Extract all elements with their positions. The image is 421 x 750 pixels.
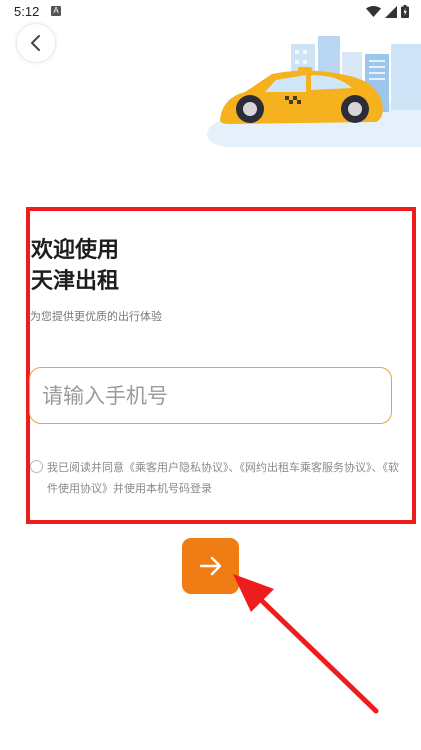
chevron-left-icon bbox=[31, 35, 40, 51]
phone-input[interactable] bbox=[29, 367, 392, 424]
agreement-separator: 、 bbox=[228, 461, 240, 474]
wifi-icon bbox=[366, 5, 381, 17]
privacy-policy-link[interactable]: 《乘客用户隐私协议》 bbox=[124, 461, 229, 474]
subtitle: 为您提供更优质的出行体验 bbox=[30, 310, 162, 323]
back-button[interactable] bbox=[17, 24, 55, 62]
service-agreement-link[interactable]: 《网约出租车乘客服务协议》 bbox=[240, 461, 372, 474]
agreement-separator-2: 、 bbox=[371, 461, 383, 474]
notification-icon: A bbox=[51, 6, 61, 16]
signal-icon bbox=[385, 5, 397, 18]
welcome-line-1: 欢迎使用 bbox=[31, 238, 120, 263]
taxi-illustration bbox=[207, 36, 421, 147]
status-icons bbox=[366, 5, 409, 18]
agreement-suffix: 并使用本机号码登录 bbox=[113, 482, 212, 495]
agreement-text: 我已阅读并同意《乘客用户隐私协议》、《网约出租车乘客服务协议》、《软件使用协议》… bbox=[47, 457, 407, 499]
next-button[interactable] bbox=[182, 538, 239, 594]
arrow-right-icon bbox=[199, 556, 221, 576]
status-time: 5:12 bbox=[14, 4, 40, 19]
battery-icon bbox=[401, 5, 409, 18]
agreement-prefix: 我已阅读并同意 bbox=[47, 461, 124, 474]
agreement-checkbox[interactable] bbox=[30, 460, 43, 473]
welcome-line-2: 天津出租 bbox=[31, 269, 120, 294]
status-bar: 5:12 A bbox=[0, 0, 421, 24]
welcome-title: 欢迎使用 天津出租 bbox=[31, 235, 119, 297]
